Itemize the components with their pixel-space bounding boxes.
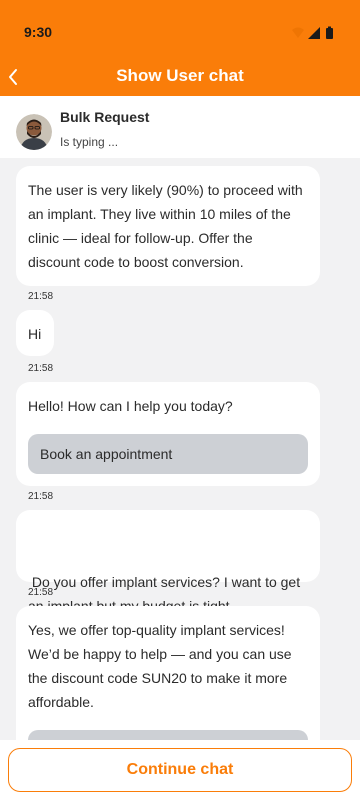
- reply-option-button[interactable]: [28, 730, 308, 740]
- message-bubble: Hello! How can I help you today? Book an…: [16, 382, 320, 486]
- message-timestamp: 21:58: [28, 587, 54, 598]
- avatar[interactable]: [16, 114, 52, 150]
- message-text: Hi: [28, 326, 42, 342]
- message-timestamp: 21:58: [28, 291, 54, 302]
- message-timestamp: 21:58: [28, 491, 54, 502]
- signal-icon: [308, 27, 320, 39]
- message-text: Hello! How can I help you today?: [28, 398, 233, 414]
- status-icons: [292, 26, 333, 39]
- page-title: Show User chat: [116, 66, 244, 85]
- status-bar: 9:30: [0, 0, 360, 58]
- book-appointment-button[interactable]: Book an appointment: [28, 434, 308, 474]
- typing-status: Is typing ...: [60, 135, 119, 149]
- message-bubble: The user is very likely (90%) to proceed…: [16, 166, 320, 286]
- message-text: Yes, we offer top-quality implant servic…: [28, 622, 292, 710]
- message-text: The user is very likely (90%) to proceed…: [28, 182, 303, 270]
- message-bubble: Hi: [16, 310, 54, 356]
- message-bubble: Yes, we offer top-quality implant servic…: [16, 606, 320, 740]
- app-bar: Show User chat: [0, 58, 360, 96]
- contact-header: Bulk Request Is typing ...: [0, 96, 360, 158]
- message-bubble: Do you offer implant services? I want to…: [16, 510, 320, 614]
- contact-name: Bulk Request: [60, 109, 150, 125]
- chat-messages[interactable]: The user is very likely (90%) to proceed…: [0, 158, 360, 740]
- battery-icon: [326, 28, 333, 39]
- continue-chat-button[interactable]: Continue chat: [8, 748, 352, 792]
- message-timestamp: 21:58: [28, 363, 54, 374]
- status-time: 9:30: [24, 24, 53, 40]
- bottom-bar: Continue chat: [0, 740, 360, 800]
- wifi-icon: [292, 27, 304, 38]
